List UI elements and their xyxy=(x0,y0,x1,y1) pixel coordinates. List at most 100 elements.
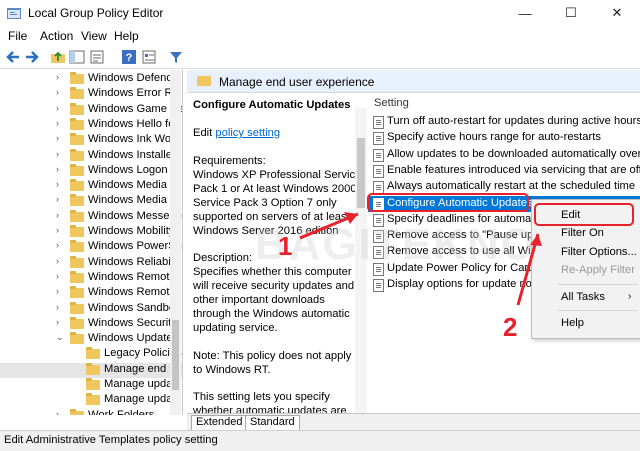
back-icon[interactable] xyxy=(5,49,21,65)
menu-help[interactable]: Help xyxy=(114,29,139,43)
description-line: Description: xyxy=(193,252,253,265)
tree-item-label: Manage updat xyxy=(104,393,176,406)
setting-row[interactable]: Allow updates to be downloaded automatic… xyxy=(368,147,640,163)
menu-file[interactable]: File xyxy=(8,29,27,43)
chevron-right-icon[interactable]: › xyxy=(56,149,59,159)
tree-item[interactable]: › Windows Media D xyxy=(0,179,182,194)
tree-item[interactable]: › Windows PowerSh xyxy=(0,240,182,255)
up-folder-icon[interactable] xyxy=(50,49,66,65)
properties-icon[interactable] xyxy=(141,49,157,65)
tree-item[interactable]: › Windows Remote xyxy=(0,286,182,301)
tree-item[interactable]: › Windows Messeng xyxy=(0,209,182,225)
tree-item[interactable]: › Windows Game Re xyxy=(0,102,182,118)
policy-setting-icon xyxy=(373,116,384,129)
tree-item[interactable]: › Windows Logon O xyxy=(0,163,182,179)
tree-item[interactable]: › Windows Security xyxy=(0,316,182,332)
tree-item-label: Windows Media D xyxy=(88,179,179,192)
tree-item-label: Windows Reliabilit xyxy=(88,255,179,268)
tree-item-label: Windows Mobility xyxy=(88,225,175,237)
chevron-right-icon[interactable]: › xyxy=(56,409,59,415)
chevron-right-icon[interactable]: › xyxy=(56,210,59,220)
tree-item[interactable]: › Windows Ink Work xyxy=(0,133,182,148)
minimize-button[interactable]: — xyxy=(502,0,548,26)
tree-item[interactable]: › Windows Reliabilit xyxy=(0,255,182,271)
folder-icon xyxy=(70,87,84,100)
tree-item[interactable]: › Windows Defende xyxy=(0,72,182,87)
chevron-right-icon[interactable]: › xyxy=(56,133,59,143)
export-list-icon[interactable] xyxy=(89,49,105,65)
policy-setting-icon xyxy=(373,148,384,162)
tree-item[interactable]: › Windows Mobility xyxy=(0,225,182,240)
chevron-right-icon[interactable]: › xyxy=(56,87,59,97)
chevron-right-icon[interactable]: › xyxy=(56,194,59,204)
tree-item[interactable]: Manage end u xyxy=(0,362,182,378)
chevron-down-icon[interactable]: ⌄ xyxy=(56,332,64,343)
tree-item[interactable]: › Windows Hello fo xyxy=(0,117,182,133)
tree-item[interactable]: › Windows Media Pl xyxy=(0,194,182,209)
tree-scrollbar[interactable] xyxy=(170,70,181,415)
maximize-button[interactable]: ☐ xyxy=(548,0,594,26)
folder-icon xyxy=(70,316,84,329)
folder-icon xyxy=(70,286,84,299)
chevron-right-icon[interactable]: › xyxy=(56,225,59,235)
menu-action[interactable]: Action xyxy=(40,29,73,43)
chevron-right-icon[interactable]: › xyxy=(56,240,59,250)
folder-icon xyxy=(86,362,100,375)
setting-row[interactable]: Specify active hours range for auto-rest… xyxy=(368,130,640,146)
chevron-right-icon[interactable]: › xyxy=(56,286,59,296)
folder-icon xyxy=(197,76,211,86)
setting-row[interactable]: Always automatically restart at the sche… xyxy=(368,179,640,195)
context-menu-item[interactable]: Filter On xyxy=(561,227,604,239)
tree-item[interactable]: Legacy Policies xyxy=(0,347,182,362)
description-line: Requirements: xyxy=(193,155,266,167)
setting-label: Specify active hours range for auto-rest… xyxy=(387,131,601,144)
tree-item[interactable]: › Windows Error Re xyxy=(0,87,182,102)
setting-row[interactable]: Enable features introduced via servicing… xyxy=(368,163,640,179)
description-line: other important downloads xyxy=(193,294,325,306)
folder-icon xyxy=(70,332,84,345)
show-hide-tree-icon[interactable] xyxy=(69,49,85,65)
help-icon[interactable]: ? xyxy=(121,49,137,65)
tree-item-label: Windows Installer xyxy=(88,148,176,161)
filter-icon[interactable] xyxy=(168,49,184,65)
context-menu-item[interactable]: All Tasks xyxy=(561,291,605,303)
edit-line: Edit policy setting xyxy=(193,126,280,140)
menu-view[interactable]: View xyxy=(81,29,107,43)
setting-row[interactable]: Turn off auto-restart for updates during… xyxy=(368,114,640,130)
panel-header-title: Manage end user experience xyxy=(219,75,375,89)
tree-item[interactable]: ⌄ Windows Update xyxy=(0,332,182,347)
chevron-right-icon[interactable]: › xyxy=(56,302,59,312)
close-button[interactable]: ✕ xyxy=(594,0,640,26)
tree-item[interactable]: › Windows Sandbox xyxy=(0,301,182,317)
tab-extended[interactable]: Extended xyxy=(191,415,248,431)
tree-item[interactable]: Manage updat xyxy=(0,378,182,393)
chevron-right-icon[interactable]: › xyxy=(56,179,59,189)
chevron-right-icon[interactable]: › xyxy=(56,271,59,281)
status-text: Edit Administrative Templates policy set… xyxy=(4,434,218,446)
context-menu-item[interactable]: Edit xyxy=(561,209,580,221)
description-scrollbar-thumb[interactable] xyxy=(357,138,365,208)
chevron-right-icon[interactable]: › xyxy=(56,72,59,82)
tree-item[interactable]: › Windows Remote xyxy=(0,270,182,286)
chevron-right-icon[interactable]: › xyxy=(56,103,59,113)
folder-icon xyxy=(70,133,84,146)
folder-icon xyxy=(70,408,84,415)
chevron-right-icon[interactable]: › xyxy=(56,256,59,266)
tree-item[interactable]: Manage updat xyxy=(0,393,182,408)
chevron-right-icon[interactable]: › xyxy=(56,317,59,327)
tree-item[interactable]: › Work Folders xyxy=(0,408,182,415)
context-menu-item[interactable]: Help xyxy=(561,317,584,329)
tree-item[interactable]: › Windows Installer xyxy=(0,148,182,164)
tree-scrollbar-thumb[interactable] xyxy=(172,320,179,390)
forward-icon[interactable] xyxy=(24,49,40,65)
folder-icon xyxy=(86,393,100,406)
column-header-setting[interactable]: Setting xyxy=(374,97,409,109)
policy-setting-link[interactable]: policy setting xyxy=(215,127,280,139)
group-policy-app-icon xyxy=(7,8,21,19)
folder-icon xyxy=(70,179,84,192)
chevron-right-icon[interactable]: › xyxy=(56,164,59,174)
tab-standard[interactable]: Standard xyxy=(245,415,300,431)
chevron-right-icon[interactable]: › xyxy=(56,118,59,128)
tree-item-label: Windows Error Re xyxy=(88,87,179,100)
context-menu-item[interactable]: Filter Options... xyxy=(561,246,637,258)
